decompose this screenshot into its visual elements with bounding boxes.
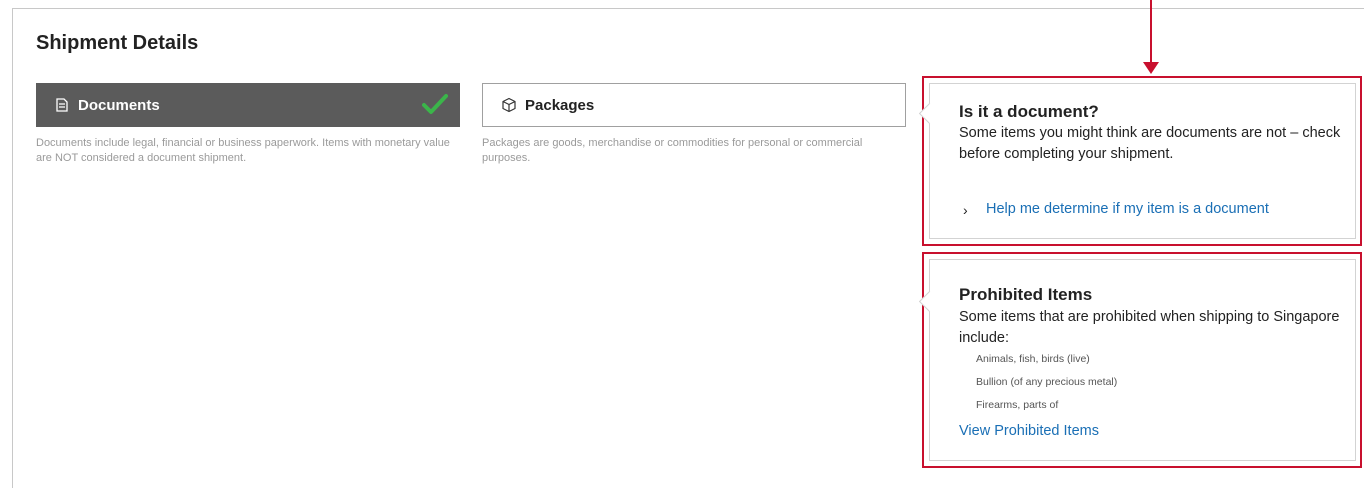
annotation-arrow-head-icon [1143, 62, 1159, 74]
packages-label: Packages [525, 96, 595, 114]
packages-description: Packages are goods, merchandise or commo… [482, 137, 863, 164]
prohibited-title: Prohibited Items [959, 285, 1093, 304]
list-item: Firearms, parts of [976, 399, 1059, 411]
list-item: Animals, fish, birds (live) [976, 353, 1090, 365]
documents-icon [54, 97, 70, 113]
page-title: Shipment Details [36, 32, 199, 54]
prohibited-body: Some items that are prohibited when ship… [959, 309, 1340, 346]
documents-label: Documents [78, 96, 160, 114]
document-help-card: Is it a document? Some items you might t… [918, 83, 1356, 239]
documents-option-button[interactable]: Documents [36, 83, 460, 127]
annotation-arrow-line [1150, 0, 1152, 66]
list-item: Bullion (of any precious metal) [976, 376, 1118, 388]
view-prohibited-items-link[interactable]: View Prohibited Items [959, 423, 1099, 439]
help-determine-link[interactable]: Help me determine if my item is a docume… [986, 201, 1269, 217]
document-help-title: Is it a document? [959, 102, 1099, 121]
chevron-right-icon: › [963, 202, 968, 218]
package-icon [501, 97, 517, 113]
checkmark-icon [422, 94, 448, 114]
document-help-body: Some items you might think are documents… [959, 125, 1341, 162]
prohibited-items-card: Prohibited Items Some items that are pro… [918, 259, 1356, 461]
documents-description: Documents include legal, financial or bu… [36, 137, 450, 164]
packages-option-button[interactable]: Packages [482, 83, 906, 127]
prohibited-list: Animals, fish, birds (live) Bullion (of … [976, 352, 1117, 421]
